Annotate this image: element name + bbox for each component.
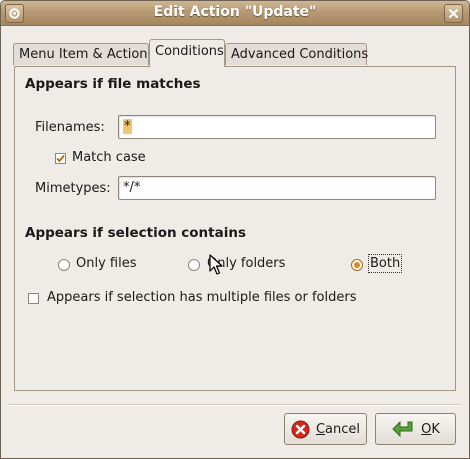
ok-mnemonic: O — [421, 421, 432, 437]
ok-label-rest: K — [431, 421, 440, 437]
title-bar[interactable]: Edit Action "Update" — [1, 1, 469, 26]
cancel-button-label: Cancel — [316, 422, 360, 437]
filenames-label: Filenames: — [35, 120, 105, 135]
cancel-mnemonic: C — [315, 421, 326, 437]
button-separator — [9, 404, 461, 406]
only-files-radio[interactable] — [58, 259, 70, 271]
mouse-pointer-icon — [209, 254, 223, 275]
filenames-field[interactable]: * — [118, 115, 436, 139]
ok-button-label: OK — [421, 422, 440, 437]
tab-menu-item-action[interactable]: Menu Item & Action — [13, 43, 149, 65]
multiple-selection-label[interactable]: Appears if selection has multiple files … — [47, 290, 356, 305]
tab-label: Conditions — [155, 44, 224, 59]
checkmark-icon — [56, 154, 65, 163]
both-radio[interactable] — [351, 259, 363, 271]
both-label[interactable]: Both — [367, 254, 403, 273]
tab-conditions[interactable]: Conditions — [149, 39, 225, 67]
filenames-value: * — [123, 119, 132, 134]
mimetypes-field[interactable]: */* — [118, 176, 436, 200]
mimetypes-value: */* — [123, 180, 141, 195]
cancel-label-rest: ancel — [325, 421, 361, 437]
window-title: Edit Action "Update" — [153, 4, 317, 20]
selection-heading: Appears if selection contains — [25, 225, 247, 241]
edit-action-dialog: Edit Action "Update" Menu Item & Action … — [0, 0, 470, 459]
cancel-button[interactable]: Cancel — [284, 413, 367, 445]
conditions-panel: Appears if file matches Filenames: * Mat… — [14, 66, 456, 391]
tab-advanced-conditions[interactable]: Advanced Conditions — [225, 43, 369, 65]
tab-label: Advanced Conditions — [231, 47, 369, 62]
ok-button[interactable]: OK — [375, 413, 456, 445]
ok-arrow-icon — [392, 420, 413, 438]
radio-selected-dot — [354, 262, 360, 268]
close-window-button[interactable] — [444, 4, 463, 23]
tab-label: Menu Item & Action — [19, 47, 148, 62]
only-files-label[interactable]: Only files — [76, 256, 136, 271]
mimetypes-label: Mimetypes: — [35, 181, 111, 196]
file-matches-heading: Appears if file matches — [25, 76, 201, 92]
match-case-checkbox[interactable] — [55, 153, 66, 164]
close-icon — [449, 9, 458, 18]
multiple-selection-checkbox[interactable] — [28, 293, 39, 304]
only-folders-radio[interactable] — [188, 259, 200, 271]
cancel-icon — [291, 420, 310, 438]
match-case-label[interactable]: Match case — [72, 150, 146, 165]
